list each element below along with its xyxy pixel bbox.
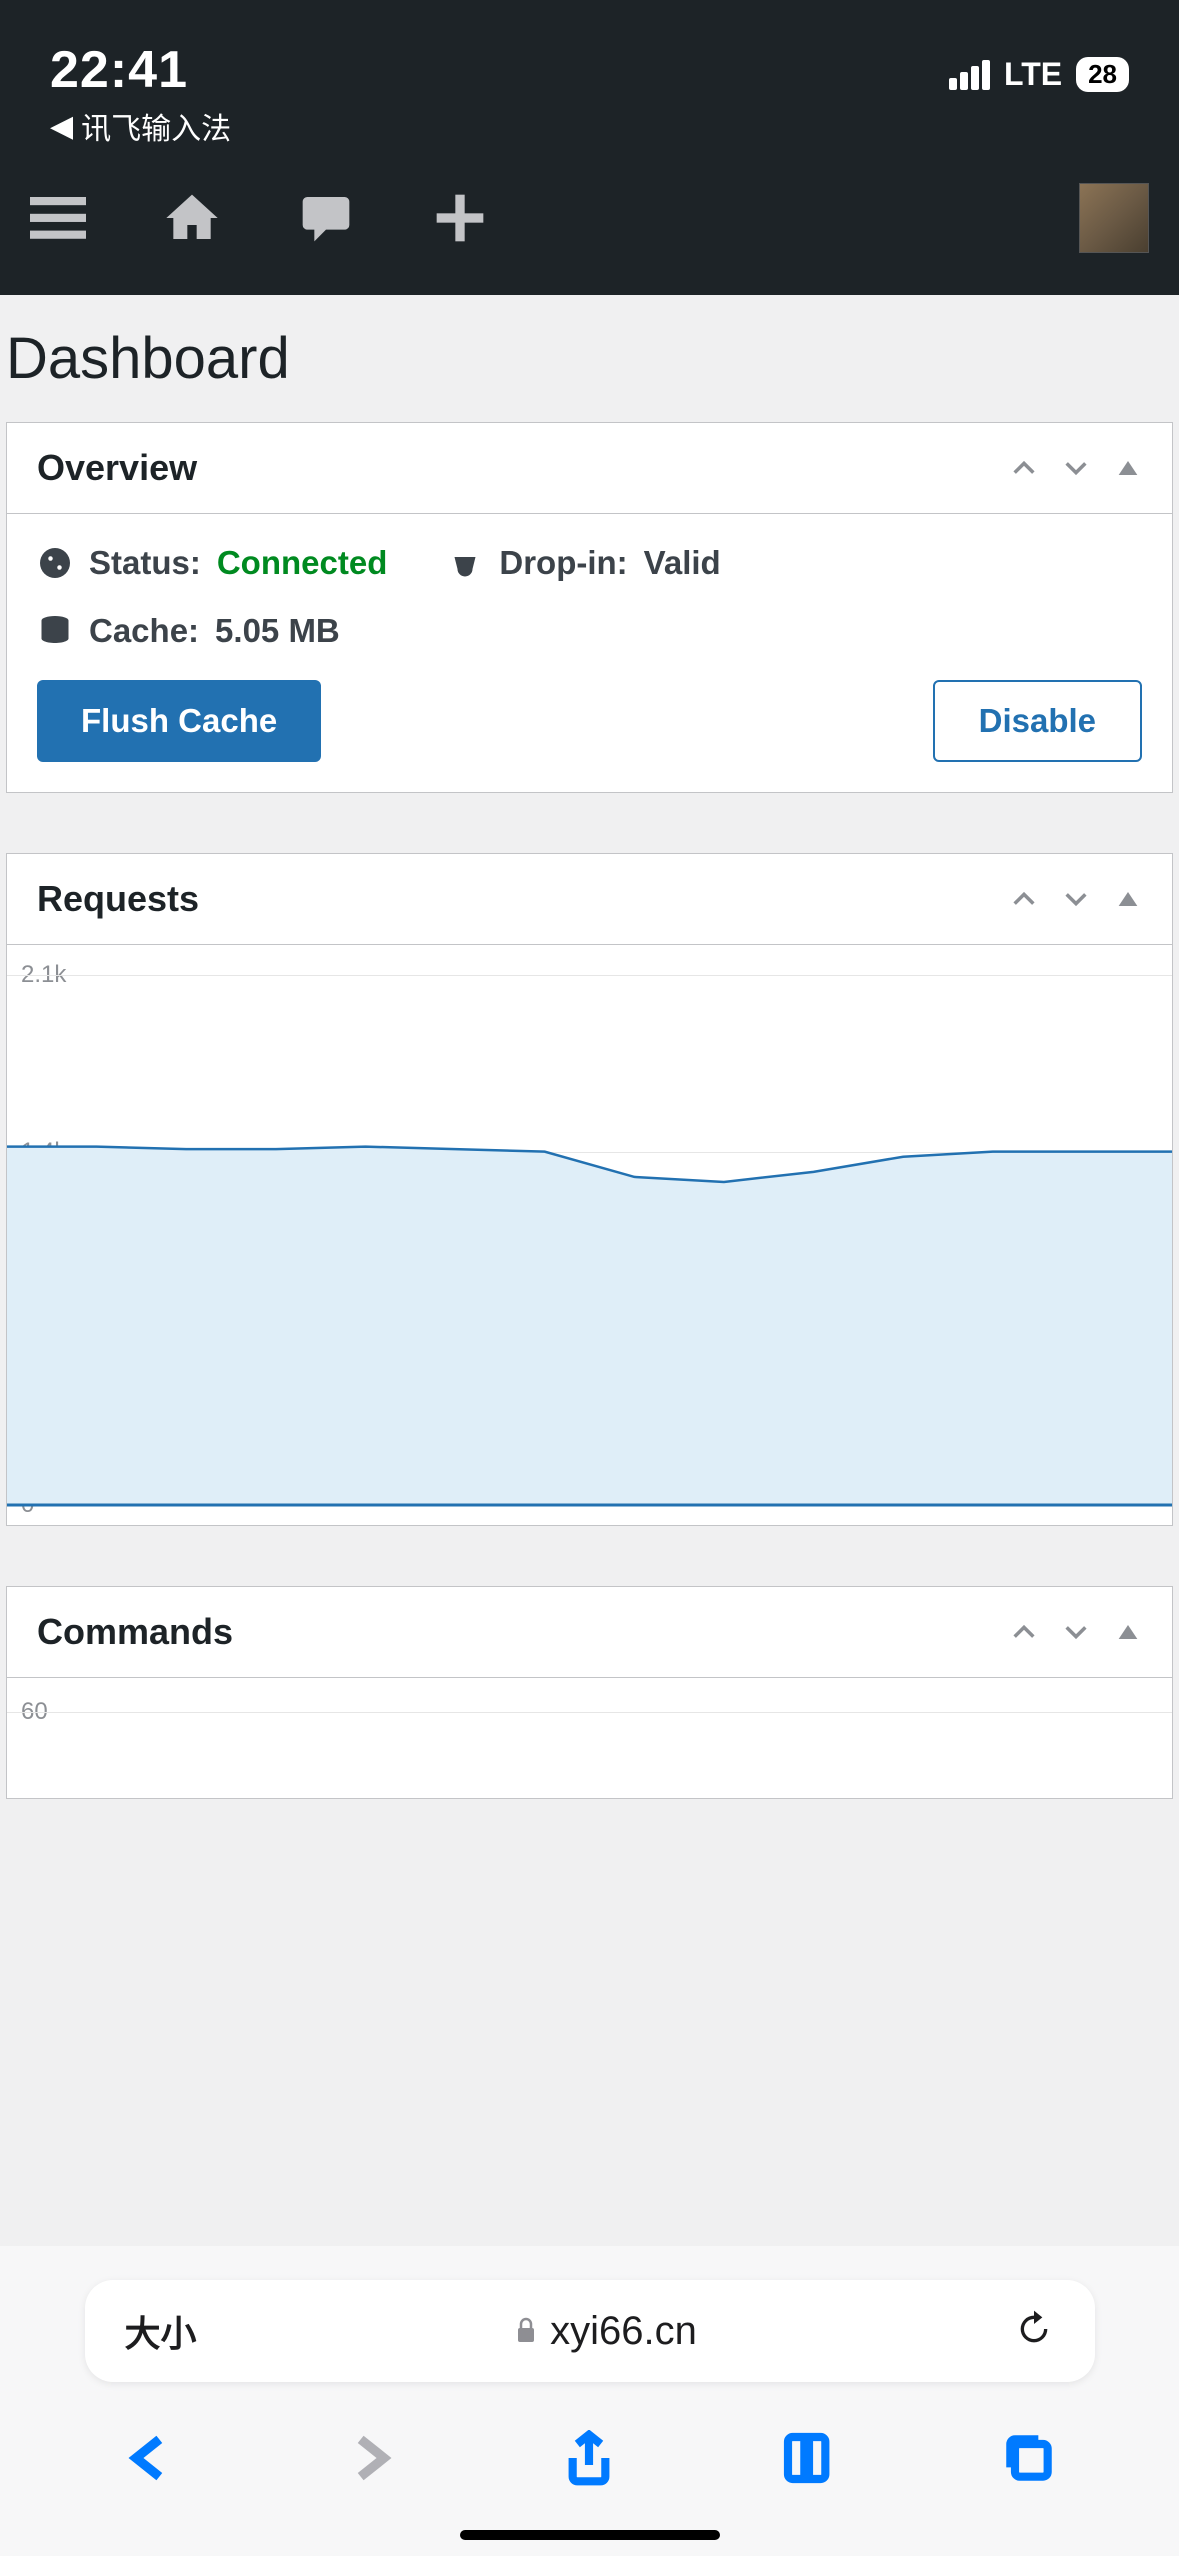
back-triangle-icon: ◀ (50, 109, 73, 144)
panel-title: Commands (37, 1611, 233, 1653)
chevron-up-icon[interactable] (1010, 454, 1038, 482)
overview-panel: Overview Status: Connected Drop-in: Vali… (6, 422, 1173, 793)
plug-icon (447, 545, 483, 581)
chevron-down-icon[interactable] (1062, 885, 1090, 913)
flush-cache-button[interactable]: Flush Cache (37, 680, 321, 762)
url-text[interactable]: xyi66.cn (514, 2309, 697, 2354)
share-button[interactable] (561, 2430, 617, 2486)
panel-header: Commands (7, 1587, 1172, 1678)
home-indicator[interactable] (460, 2530, 720, 2540)
dropin-value: Valid (644, 544, 721, 582)
cache-item: Cache: 5.05 MB (37, 612, 340, 650)
panel-header: Requests (7, 854, 1172, 945)
back-to-app[interactable]: ◀ 讯飞输入法 (50, 104, 231, 148)
safari-chrome: 大小 xyi66.cn (0, 2246, 1179, 2556)
bookmarks-button[interactable] (781, 2430, 837, 2486)
triangle-up-icon[interactable] (1114, 454, 1142, 482)
panel-title: Requests (37, 878, 199, 920)
commands-chart: 60 (7, 1678, 1172, 1798)
panel-header: Overview (7, 423, 1172, 514)
network-label: LTE (1004, 56, 1062, 93)
back-app-name: 讯飞输入法 (81, 104, 231, 148)
chevron-up-icon[interactable] (1010, 885, 1038, 913)
database-icon (37, 613, 73, 649)
page-title: Dashboard (0, 295, 1179, 422)
url-domain: xyi66.cn (550, 2309, 697, 2354)
comment-icon[interactable] (298, 190, 354, 246)
tabs-button[interactable] (1001, 2430, 1057, 2486)
requests-line (7, 945, 1172, 1525)
admin-toolbar (0, 140, 1179, 295)
triangle-up-icon[interactable] (1114, 885, 1142, 913)
clock: 22:41 (50, 40, 231, 100)
dropin-item: Drop-in: Valid (447, 544, 720, 582)
status-value: Connected (217, 544, 388, 582)
disable-button[interactable]: Disable (933, 680, 1142, 762)
lock-icon (514, 2316, 538, 2346)
back-button[interactable] (122, 2430, 178, 2486)
cache-label: Cache: (89, 612, 199, 650)
refresh-button[interactable] (1014, 2309, 1054, 2354)
cache-value: 5.05 MB (215, 612, 340, 650)
triangle-up-icon[interactable] (1114, 1618, 1142, 1646)
dropin-label: Drop-in: (499, 544, 627, 582)
status-bar: 22:41 ◀ 讯飞输入法 LTE 28 (0, 0, 1179, 140)
gauge-icon (37, 545, 73, 581)
requests-chart: 2.1k1.4k7000 (7, 945, 1172, 1525)
status-label: Status: (89, 544, 201, 582)
avatar[interactable] (1079, 183, 1149, 253)
signal-icon (949, 60, 990, 90)
chevron-down-icon[interactable] (1062, 454, 1090, 482)
forward-button (342, 2430, 398, 2486)
chevron-down-icon[interactable] (1062, 1618, 1090, 1646)
commands-panel: Commands 60 (6, 1586, 1173, 1799)
home-icon[interactable] (164, 190, 220, 246)
requests-panel: Requests 2.1k1.4k7000 (6, 853, 1173, 1526)
battery-indicator: 28 (1076, 57, 1129, 92)
zoom-control[interactable]: 大小 (125, 2305, 197, 2357)
status-item: Status: Connected (37, 544, 387, 582)
chevron-up-icon[interactable] (1010, 1618, 1038, 1646)
menu-icon[interactable] (30, 190, 86, 246)
panel-title: Overview (37, 447, 197, 489)
url-bar[interactable]: 大小 xyi66.cn (85, 2280, 1095, 2382)
plus-icon[interactable] (432, 190, 488, 246)
